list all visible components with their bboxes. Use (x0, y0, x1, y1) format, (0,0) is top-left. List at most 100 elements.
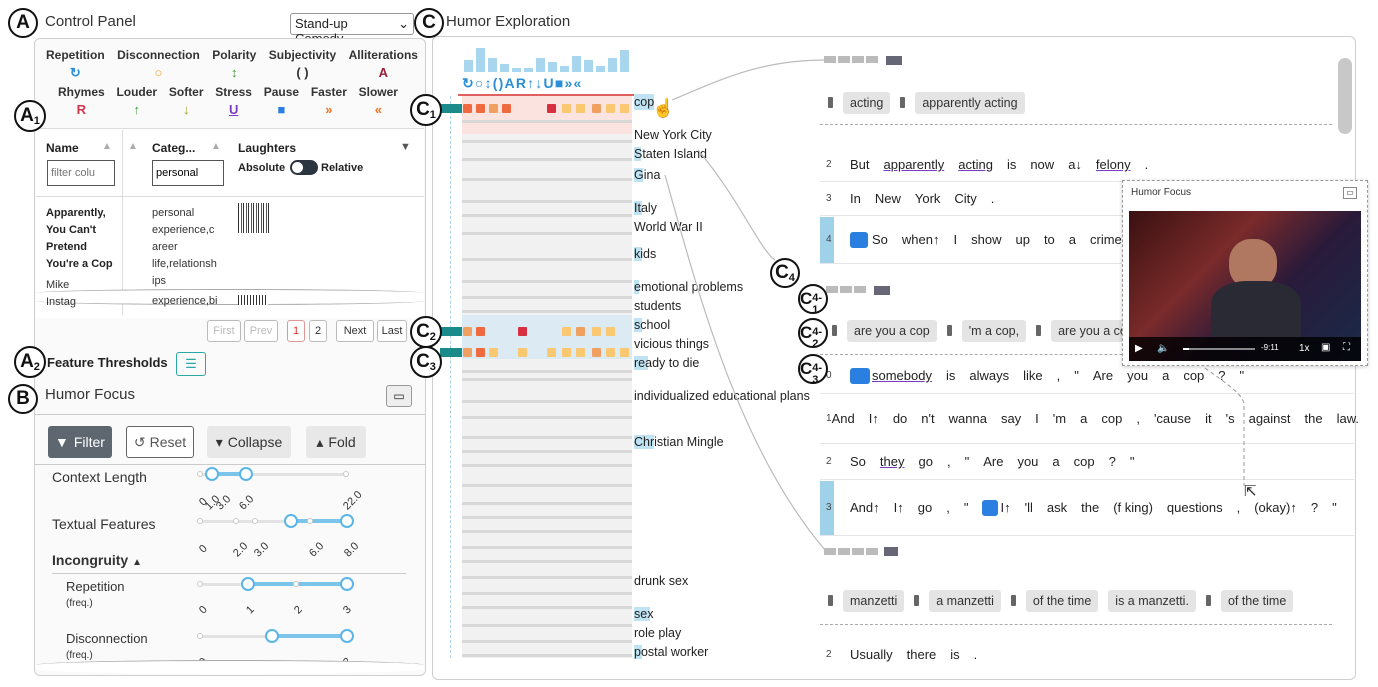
caret-down-icon[interactable]: ▼ (400, 141, 411, 153)
slider-handle[interactable] (265, 629, 279, 643)
fullscreen-icon[interactable]: ⛶ (1343, 342, 1350, 353)
label-C3: C3 (410, 346, 442, 378)
table-row-name[interactable]: Instag (46, 296, 76, 308)
caret-up-icon: ▲ (132, 557, 143, 568)
slider-handle[interactable] (241, 577, 255, 591)
context-pill[interactable]: a manzetti (929, 590, 1001, 612)
play-icon[interactable]: ▶ (1135, 343, 1143, 354)
col-name-header[interactable]: Name (46, 141, 79, 155)
context-pill[interactable]: 'm a cop, (961, 320, 1027, 342)
monitor-icon[interactable]: ▭ (1343, 187, 1357, 199)
faster-icon: » (325, 102, 333, 117)
disconnection-label: Disconnection (66, 631, 148, 646)
slider-tick (197, 633, 203, 639)
panel-cut-wave (36, 660, 424, 674)
stress-icon: U (228, 102, 239, 117)
slider-handle[interactable] (340, 629, 354, 643)
slider-tick (293, 581, 299, 587)
video-popup: Humor Focus ▭ ▶ 🔈 -9:11 1x ▣ ⛶ (1122, 180, 1368, 366)
context-pill[interactable]: are you a cop (847, 320, 937, 342)
slider-handle[interactable] (284, 514, 298, 528)
context-pill[interactable]: acting (843, 92, 891, 114)
pager-page-2[interactable]: 2 (309, 320, 327, 342)
feature-rhymes[interactable]: Rhymes R (58, 85, 105, 117)
label-C4-2: C 4-2 (798, 318, 828, 350)
pager-next[interactable]: Next (336, 320, 374, 342)
sort-up-icon[interactable]: ▲ (102, 141, 112, 152)
fold-button[interactable]: ▴ Fold (306, 426, 366, 458)
feature-polarity[interactable]: Polarity ↕ (212, 48, 256, 81)
feature-pause[interactable]: Pause ■ (264, 85, 299, 117)
slider-tick (197, 581, 203, 587)
slider-tick (343, 471, 349, 477)
repetition-icon: ↻ (69, 65, 81, 80)
feature-softer[interactable]: Softer ↓ (169, 85, 204, 117)
pip-icon[interactable]: ▣ (1321, 342, 1330, 353)
scrollbar-thumb[interactable] (1338, 58, 1352, 134)
feature-subjectivity[interactable]: Subjectivity( ) (269, 48, 336, 81)
slider-tick (197, 518, 203, 524)
slider-handle[interactable] (340, 577, 354, 591)
slider-handle[interactable] (205, 467, 219, 481)
feature-slower[interactable]: Slower « (359, 85, 398, 117)
row-marker (440, 327, 462, 336)
laughter-barcode (238, 295, 268, 305)
context-pill[interactable]: is a manzetti. (1108, 590, 1196, 612)
name-filter-input[interactable] (47, 160, 115, 186)
feature-louder[interactable]: Louder ↑ (116, 85, 157, 117)
pager-prev[interactable]: Prev (244, 320, 278, 342)
group-glyph (824, 544, 904, 558)
feature-alliterations[interactable]: Alliterations A (349, 48, 418, 81)
video-speed[interactable]: 1x (1299, 343, 1310, 354)
filter-button[interactable]: ▼ Filter (48, 426, 112, 458)
feature-stress[interactable]: Stress U (215, 85, 252, 117)
sliders-icon[interactable]: ☰ (176, 352, 206, 376)
context-pill[interactable]: of the time (1220, 590, 1294, 612)
laughter-barcode (238, 203, 270, 233)
subjectivity-icon: ( ) (296, 65, 309, 80)
collapse-button[interactable]: ▾ Collapse (207, 426, 291, 458)
incongruity-header[interactable]: Incongruity ▲ (52, 552, 142, 568)
absolute-relative-toggle[interactable] (290, 160, 318, 175)
context-pill[interactable]: manzetti (843, 590, 905, 612)
context-pill[interactable]: of the time (1025, 590, 1099, 612)
video-progress[interactable] (1183, 348, 1255, 350)
rhymes-icon: R (76, 102, 87, 117)
table-row-categories: personal experience,c areer life,relatio… (152, 207, 217, 287)
slider-handle[interactable] (239, 467, 253, 481)
pager-last[interactable]: Last (377, 320, 407, 342)
row-marker (440, 348, 462, 357)
category-filter-input[interactable] (152, 160, 224, 186)
col-laughters-header[interactable]: Laughters (238, 141, 296, 155)
sort-up-icon[interactable]: ▲ (128, 141, 138, 152)
context-pill[interactable]: apparently acting (915, 92, 1025, 114)
topic-label[interactable]: postal worker (634, 645, 708, 659)
feature-disconnection[interactable]: Disconnection ○ (117, 48, 200, 81)
pager-first[interactable]: First (207, 320, 241, 342)
video-frame[interactable]: ▶ 🔈 -9:11 1x ▣ ⛶ (1129, 211, 1361, 361)
table-row-name[interactable]: Mike (46, 279, 69, 291)
sentence-row[interactable]: 2 But apparently acting is now a↓ felony. (820, 148, 1354, 182)
monitor-icon[interactable]: ▭ (386, 385, 412, 407)
pager-page-1[interactable]: 1 (287, 320, 305, 342)
reset-button[interactable]: ↺ Reset (126, 426, 194, 458)
video-popup-title: Humor Focus (1131, 187, 1192, 198)
volume-icon[interactable]: 🔈 (1157, 343, 1169, 354)
col-category-header[interactable]: Categ... (152, 141, 195, 155)
row-marker (440, 104, 462, 113)
disconnection-range (272, 634, 348, 638)
slider-handle[interactable] (340, 514, 354, 528)
table-cut-wave (36, 289, 424, 305)
sentence-row[interactable]: 2 Usually there is. (820, 638, 1354, 670)
label-A: A (8, 8, 38, 38)
label-C4-1: C 4-1 (798, 284, 828, 316)
feature-faster[interactable]: Faster» (311, 85, 347, 117)
performer-figure (1211, 281, 1301, 337)
topic-label[interactable]: role play (634, 626, 681, 640)
table-row-name[interactable]: Apparently, You Can't Pretend You're a C… (46, 205, 122, 273)
feature-repetition[interactable]: Repetition ↻ (46, 48, 105, 81)
group3-pills: manzetti a manzetti of the time is a manzet… (828, 590, 1303, 612)
domain-dropdown[interactable]: Stand-up Comedy⌄ (290, 13, 414, 46)
chevron-down-icon: ⌄ (398, 16, 409, 31)
sort-up-icon[interactable]: ▲ (211, 141, 221, 152)
